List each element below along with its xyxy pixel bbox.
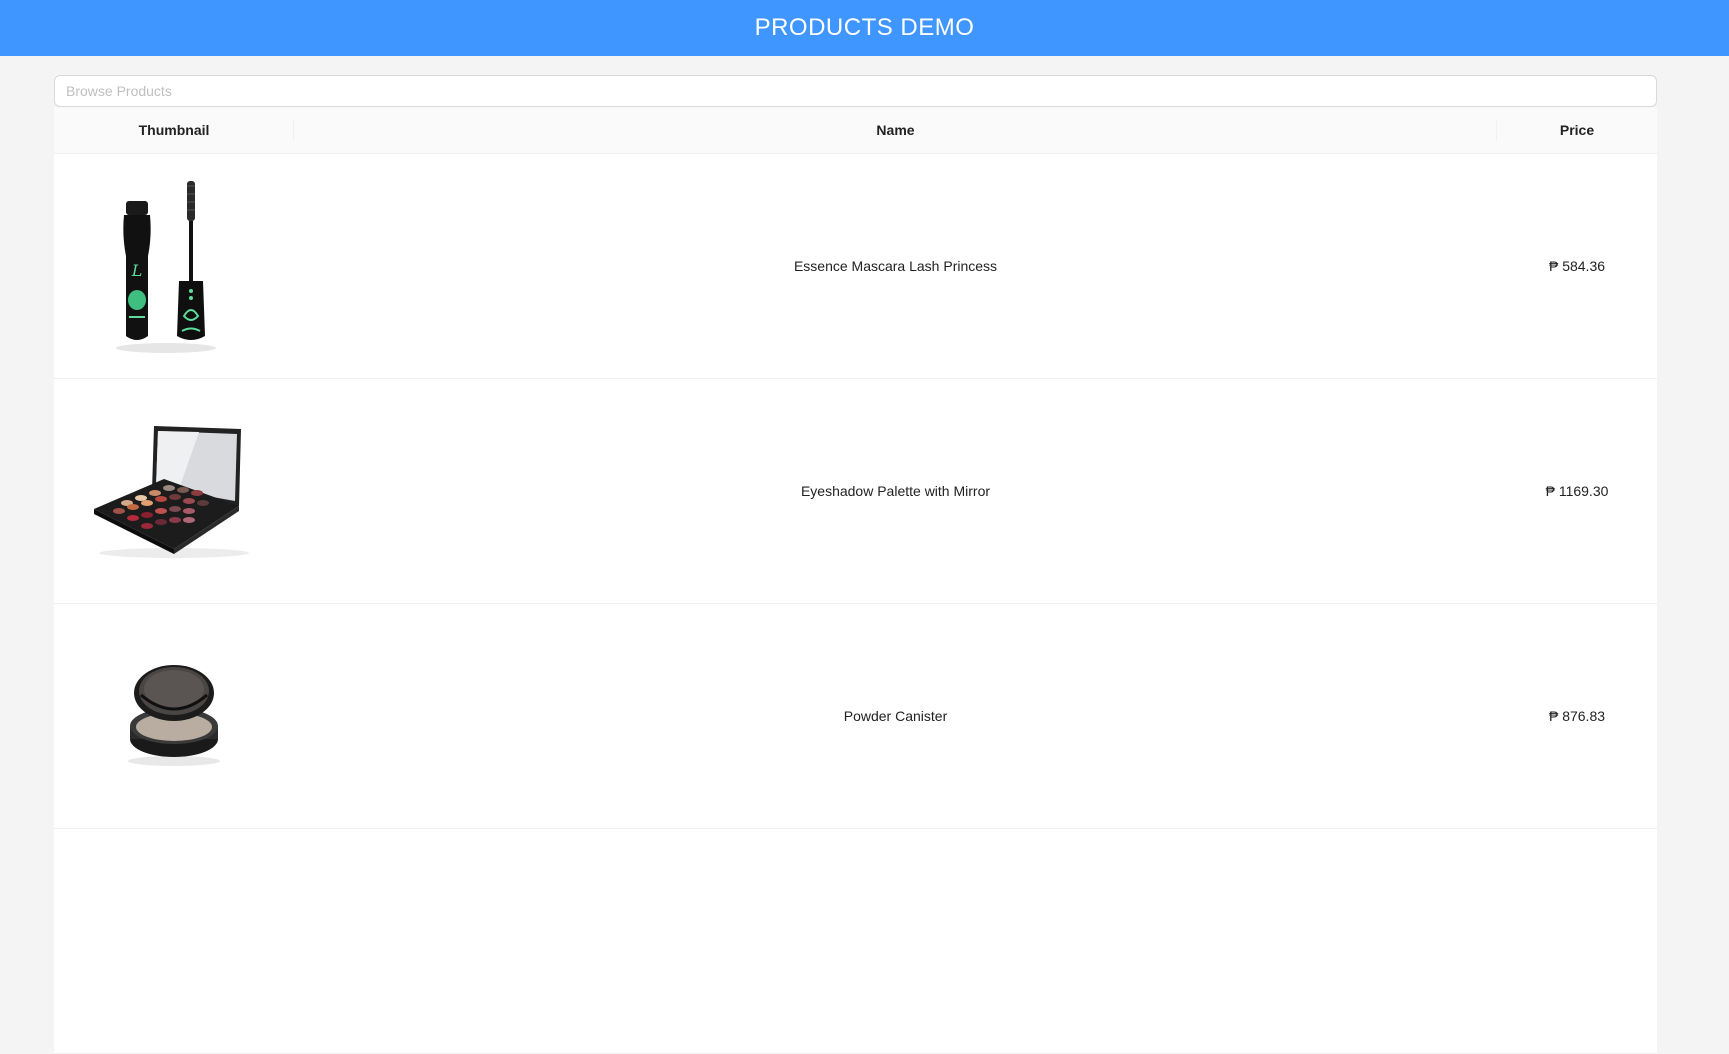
product-name: Eyeshadow Palette with Mirror (800, 483, 991, 499)
products-panel: Thumbnail Name Price L (54, 75, 1657, 1054)
table-header: Thumbnail Name Price (54, 107, 1657, 154)
mascara-image: L (116, 181, 216, 353)
table-row[interactable]: Powder Canister ₱ 876.83 (54, 604, 1657, 829)
column-header-price[interactable]: Price (1497, 107, 1657, 153)
column-header-name[interactable]: Name (294, 107, 1497, 153)
product-thumbnail[interactable]: L (54, 154, 294, 378)
svg-text:L: L (131, 261, 143, 280)
product-name: Powder Canister (843, 708, 948, 724)
column-header-thumbnail[interactable]: Thumbnail (54, 107, 294, 153)
table-row[interactable]: Eyeshadow Palette with Mirror ₱ 1169.30 (54, 379, 1657, 604)
product-price: ₱ 1169.30 (1545, 483, 1609, 499)
product-thumbnail[interactable] (54, 604, 294, 828)
powder-canister-image (128, 665, 220, 766)
table-row[interactable]: L Essence Mascara Lash Princess ₱ 584.36 (54, 154, 1657, 379)
product-price: ₱ 584.36 (1548, 258, 1606, 274)
page-title: PRODUCTS DEMO (754, 14, 975, 41)
eyeshadow-palette-image (94, 426, 249, 558)
table-row[interactable] (54, 829, 1657, 1054)
app-header: PRODUCTS DEMO (0, 0, 1729, 56)
product-price: ₱ 876.83 (1548, 708, 1606, 724)
products-table: Thumbnail Name Price L Essence Mascara L… (54, 107, 1657, 1054)
product-name: Essence Mascara Lash Princess (793, 258, 998, 274)
search-input[interactable] (54, 75, 1657, 107)
product-thumbnail[interactable] (54, 379, 294, 603)
